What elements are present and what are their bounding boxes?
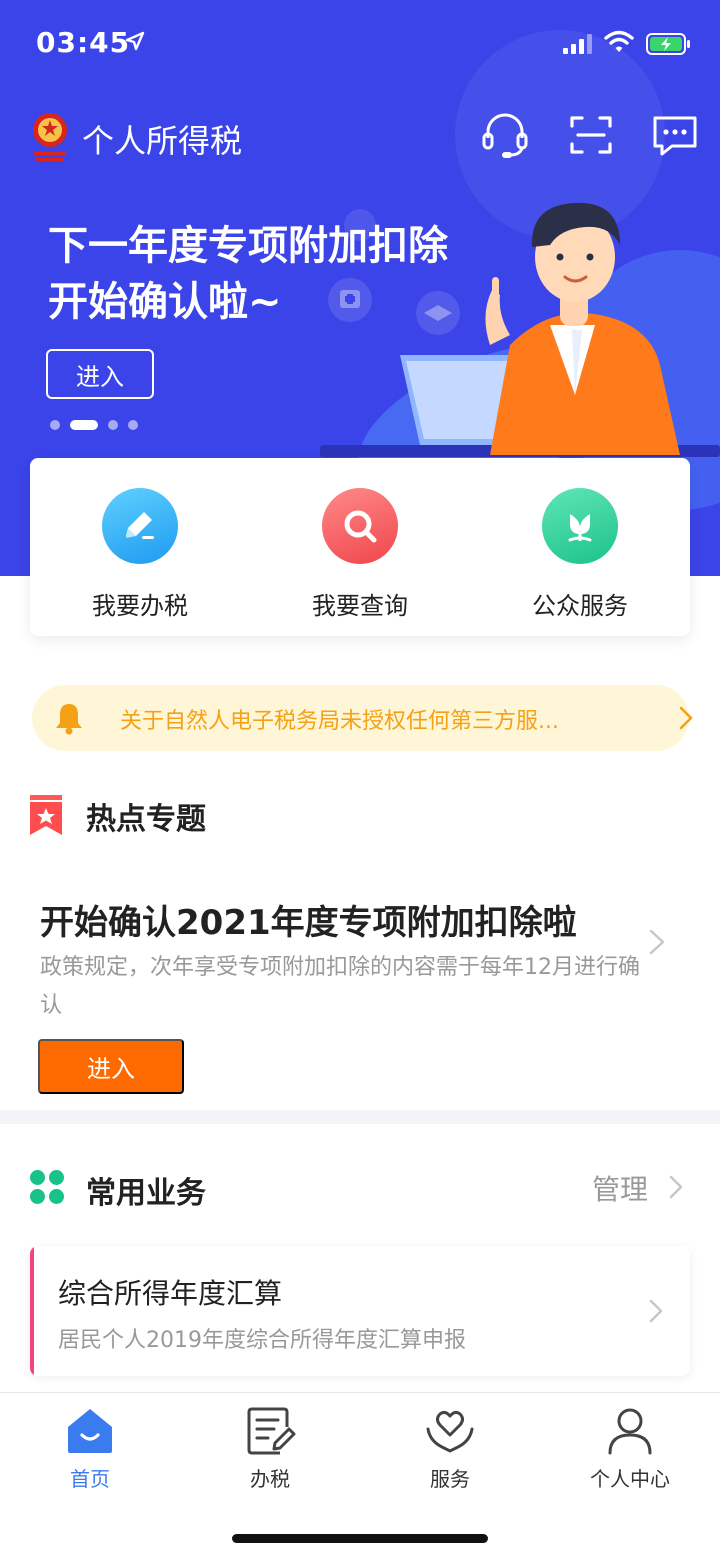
signal-icon xyxy=(563,34,592,54)
tab-label: 首页 xyxy=(70,1467,110,1491)
tab-home[interactable]: 首页 xyxy=(20,1405,160,1492)
wifi-icon xyxy=(604,30,634,52)
carousel-dot[interactable] xyxy=(108,420,118,430)
chevron-right-icon xyxy=(649,1299,663,1323)
document-edit-icon xyxy=(247,1407,296,1455)
scan-icon[interactable] xyxy=(566,110,616,160)
edit-icon xyxy=(126,512,154,539)
location-arrow-icon xyxy=(125,31,145,51)
tab-tax[interactable]: 办税 xyxy=(200,1405,340,1492)
carousel-dot[interactable] xyxy=(128,420,138,430)
chevron-right-icon[interactable] xyxy=(668,1174,684,1200)
carousel-dot[interactable] xyxy=(50,420,60,430)
banner-enter-button[interactable]: 进入 xyxy=(46,349,154,399)
message-icon[interactable] xyxy=(650,110,700,160)
banner-illustration xyxy=(320,202,720,457)
tab-label: 办税 xyxy=(250,1467,290,1491)
quick-actions-card: 我要办税 我要查询 公众服务 xyxy=(30,458,690,636)
quick-action-icon-wrap xyxy=(542,488,618,564)
service-item-name: 综合所得年度汇算 xyxy=(58,1277,283,1310)
tab-personal-center[interactable]: 个人中心 xyxy=(560,1405,700,1492)
tab-service[interactable]: 服务 xyxy=(380,1405,520,1492)
card-accent-bar xyxy=(30,1246,34,1376)
topic-enter-button[interactable]: 进入 xyxy=(38,1039,184,1094)
manage-link[interactable]: 管理 xyxy=(592,1168,648,1208)
service-item-description: 居民个人2019年度综合所得年度汇算申报 xyxy=(58,1328,466,1353)
quick-action-label: 公众服务 xyxy=(532,592,628,620)
user-icon xyxy=(608,1408,652,1455)
carousel-indicator[interactable] xyxy=(50,420,138,430)
carousel-dot-active[interactable] xyxy=(70,420,98,430)
app-header: 个人所得税 xyxy=(0,100,720,170)
battery-charging-icon xyxy=(646,33,690,55)
quick-action-label: 我要查询 xyxy=(312,592,408,620)
quick-action-public-service[interactable]: 公众服务 xyxy=(480,488,680,621)
customer-service-icon[interactable] xyxy=(480,110,530,160)
bell-icon xyxy=(56,704,82,735)
grid-icon xyxy=(30,1170,64,1204)
quick-action-query[interactable]: 我要查询 xyxy=(260,488,460,621)
service-item-annual-settlement[interactable]: 综合所得年度汇算 居民个人2019年度综合所得年度汇算申报 xyxy=(30,1246,690,1376)
quick-action-icon-wrap xyxy=(102,488,178,564)
hot-topics-title: 热点专题 xyxy=(86,802,206,837)
status-time: 03:45 xyxy=(36,26,131,59)
tab-label: 服务 xyxy=(430,1467,470,1491)
quick-action-file-tax[interactable]: 我要办税 xyxy=(40,488,240,621)
notice-text: 关于自然人电子税务局未授权任何第三方服... xyxy=(120,709,559,734)
tab-label: 个人中心 xyxy=(590,1467,670,1491)
emblem-icon xyxy=(33,113,67,161)
app-title: 个人所得税 xyxy=(82,122,243,160)
status-bar: 03:45 xyxy=(0,0,720,90)
topic-title[interactable]: 开始确认2021年度专项附加扣除啦 xyxy=(40,895,577,944)
quick-action-label: 我要办税 xyxy=(92,592,188,620)
chevron-right-icon[interactable] xyxy=(648,928,666,956)
chevron-right-icon xyxy=(679,706,693,730)
home-indicator[interactable] xyxy=(232,1534,488,1543)
notice-bar[interactable]: 关于自然人电子税务局未授权任何第三方服... xyxy=(32,685,693,751)
quick-action-icon-wrap xyxy=(322,488,398,564)
home-icon xyxy=(68,1409,112,1453)
section-divider xyxy=(0,1110,720,1124)
common-services-title: 常用业务 xyxy=(86,1176,206,1211)
bookmark-star-icon xyxy=(30,795,62,835)
search-icon xyxy=(344,510,377,543)
heart-hands-icon xyxy=(426,1410,474,1453)
topic-description: 政策规定，次年享受专项附加扣除的内容需于每年12月进行确认 xyxy=(40,955,640,1018)
tulip-icon xyxy=(568,514,592,542)
